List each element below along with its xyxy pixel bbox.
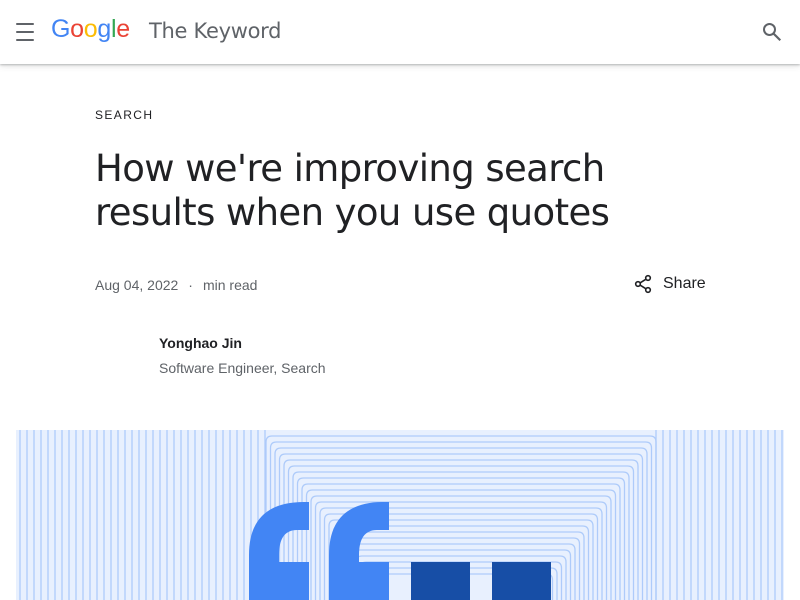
author-name: Yonghao Jin	[159, 335, 242, 351]
logo-letter: g	[97, 15, 111, 43]
meta-separator: ·	[188, 277, 193, 293]
author-title: Software Engineer, Search	[159, 360, 326, 376]
article-meta: Aug 04, 2022 · min read	[95, 277, 257, 293]
hero-image	[16, 430, 784, 600]
share-icon	[634, 274, 652, 294]
logo-letter: e	[116, 15, 130, 43]
share-label: Share	[663, 275, 706, 292]
closing-block-right	[492, 562, 551, 600]
google-logo[interactable]: Google	[51, 15, 130, 44]
closing-block-left	[411, 562, 470, 600]
article-category[interactable]: SEARCH	[95, 108, 153, 122]
quotation-marks-illustration	[16, 430, 784, 600]
publish-date: Aug 04, 2022	[95, 277, 179, 293]
logo-letter: o	[70, 15, 84, 43]
share-button[interactable]: Share	[633, 274, 706, 294]
menu-icon[interactable]	[13, 20, 37, 44]
logo-letter: G	[51, 15, 71, 43]
top-navigation-bar: Google The Keyword	[0, 0, 800, 64]
logo-letter: o	[83, 15, 98, 43]
article-title: How we're improving search results when …	[95, 147, 610, 234]
search-icon[interactable]	[760, 20, 784, 44]
read-time: min read	[202, 277, 258, 293]
site-title[interactable]: The Keyword	[149, 19, 281, 43]
